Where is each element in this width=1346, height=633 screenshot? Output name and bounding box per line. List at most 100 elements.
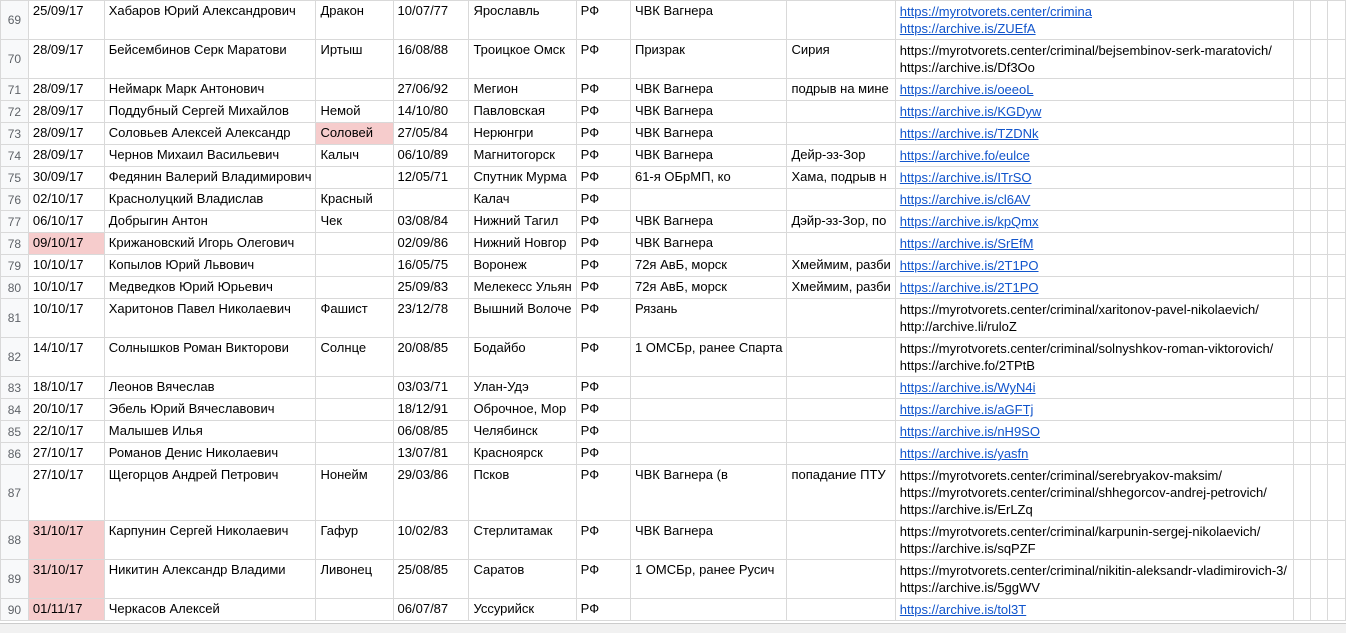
empty-cell[interactable]	[1328, 79, 1346, 101]
unit-cell[interactable]	[630, 399, 787, 421]
row-number[interactable]: 79	[1, 255, 29, 277]
date-cell[interactable]: 27/10/17	[28, 465, 104, 521]
row-number[interactable]: 82	[1, 338, 29, 377]
name-cell[interactable]: Чернов Михаил Васильевич	[104, 145, 316, 167]
empty-cell[interactable]	[1328, 560, 1346, 599]
unit-cell[interactable]: ЧВК Вагнера	[630, 1, 787, 40]
empty-cell[interactable]	[1311, 377, 1328, 399]
callsign-cell[interactable]	[316, 421, 393, 443]
empty-cell[interactable]	[1311, 421, 1328, 443]
empty-cell[interactable]	[1311, 255, 1328, 277]
link[interactable]: https://archive.is/TZDNk	[900, 126, 1039, 141]
empty-cell[interactable]	[1328, 123, 1346, 145]
row-number[interactable]: 75	[1, 167, 29, 189]
empty-cell[interactable]	[1311, 211, 1328, 233]
empty-cell[interactable]	[1311, 560, 1328, 599]
callsign-cell[interactable]	[316, 79, 393, 101]
date-cell[interactable]: 27/10/17	[28, 443, 104, 465]
detail-cell[interactable]	[787, 521, 895, 560]
dob-cell[interactable]: 06/10/89	[393, 145, 469, 167]
country-cell[interactable]: РФ	[576, 101, 630, 123]
place-cell[interactable]: Калач	[469, 189, 576, 211]
date-cell[interactable]: 14/10/17	[28, 338, 104, 377]
callsign-cell[interactable]: Солнце	[316, 338, 393, 377]
links-cell[interactable]: https://archive.is/oeeoL	[895, 79, 1293, 101]
horizontal-scrollbar[interactable]	[0, 623, 1346, 633]
callsign-cell[interactable]: Красный	[316, 189, 393, 211]
empty-cell[interactable]	[1328, 521, 1346, 560]
place-cell[interactable]: Магнитогорск	[469, 145, 576, 167]
dob-cell[interactable]: 13/07/81	[393, 443, 469, 465]
callsign-cell[interactable]: Иртыш	[316, 40, 393, 79]
date-cell[interactable]: 28/09/17	[28, 40, 104, 79]
callsign-cell[interactable]	[316, 233, 393, 255]
unit-cell[interactable]: 61-я ОБрМП, ко	[630, 167, 787, 189]
place-cell[interactable]: Нижний Новгор	[469, 233, 576, 255]
name-cell[interactable]: Краснолуцкий Владислав	[104, 189, 316, 211]
table-row[interactable]: 7328/09/17Соловьев Алексей АлександрСоло…	[1, 123, 1346, 145]
detail-cell[interactable]: попадание ПТУ	[787, 465, 895, 521]
date-cell[interactable]: 02/10/17	[28, 189, 104, 211]
place-cell[interactable]: Красноярск	[469, 443, 576, 465]
empty-cell[interactable]	[1293, 145, 1310, 167]
date-cell[interactable]: 09/10/17	[28, 233, 104, 255]
date-cell[interactable]: 31/10/17	[28, 521, 104, 560]
place-cell[interactable]: Бодайбо	[469, 338, 576, 377]
row-number[interactable]: 81	[1, 299, 29, 338]
links-cell[interactable]: https://archive.is/TZDNk	[895, 123, 1293, 145]
table-row[interactable]: 7128/09/17Неймарк Марк Антонович27/06/92…	[1, 79, 1346, 101]
unit-cell[interactable]	[630, 599, 787, 621]
table-row[interactable]: 8522/10/17Малышев Илья06/08/85ЧелябинскР…	[1, 421, 1346, 443]
link[interactable]: https://archive.is/ITrSO	[900, 170, 1032, 185]
link[interactable]: https://archive.is/kpQmx	[900, 214, 1039, 229]
row-number[interactable]: 80	[1, 277, 29, 299]
empty-cell[interactable]	[1293, 521, 1310, 560]
detail-cell[interactable]	[787, 377, 895, 399]
dob-cell[interactable]	[393, 189, 469, 211]
unit-cell[interactable]: ЧВК Вагнера	[630, 79, 787, 101]
detail-cell[interactable]	[787, 599, 895, 621]
detail-cell[interactable]: Сирия	[787, 40, 895, 79]
detail-cell[interactable]	[787, 338, 895, 377]
place-cell[interactable]: Спутник Мурма	[469, 167, 576, 189]
empty-cell[interactable]	[1293, 255, 1310, 277]
links-cell[interactable]: https://archive.is/2T1PO	[895, 255, 1293, 277]
link[interactable]: https://archive.is/SrEfM	[900, 236, 1034, 251]
name-cell[interactable]: Солнышков Роман Викторови	[104, 338, 316, 377]
place-cell[interactable]: Троицкое Омск	[469, 40, 576, 79]
empty-cell[interactable]	[1311, 299, 1328, 338]
empty-cell[interactable]	[1293, 599, 1310, 621]
name-cell[interactable]: Хабаров Юрий Александрович	[104, 1, 316, 40]
dob-cell[interactable]: 10/07/77	[393, 1, 469, 40]
country-cell[interactable]: РФ	[576, 233, 630, 255]
detail-cell[interactable]	[787, 560, 895, 599]
unit-cell[interactable]: Призрак	[630, 40, 787, 79]
empty-cell[interactable]	[1311, 123, 1328, 145]
links-cell[interactable]: https://archive.is/SrEfM	[895, 233, 1293, 255]
detail-cell[interactable]	[787, 189, 895, 211]
table-row[interactable]: 8214/10/17Солнышков Роман ВикторовиСолнц…	[1, 338, 1346, 377]
links-cell[interactable]: https://archive.is/tol3T	[895, 599, 1293, 621]
empty-cell[interactable]	[1328, 233, 1346, 255]
empty-cell[interactable]	[1293, 443, 1310, 465]
country-cell[interactable]: РФ	[576, 277, 630, 299]
links-cell[interactable]: https://archive.is/KGDyw	[895, 101, 1293, 123]
table-row[interactable]: 8931/10/17Никитин Александр ВладимиЛивон…	[1, 560, 1346, 599]
empty-cell[interactable]	[1311, 167, 1328, 189]
country-cell[interactable]: РФ	[576, 599, 630, 621]
empty-cell[interactable]	[1328, 399, 1346, 421]
table-row[interactable]: 7228/09/17Поддубный Сергей МихайловНемой…	[1, 101, 1346, 123]
callsign-cell[interactable]	[316, 277, 393, 299]
empty-cell[interactable]	[1328, 189, 1346, 211]
country-cell[interactable]: РФ	[576, 299, 630, 338]
table-row[interactable]: 8318/10/17Леонов Вячеслав03/03/71Улан-Уд…	[1, 377, 1346, 399]
callsign-cell[interactable]	[316, 255, 393, 277]
row-number[interactable]: 71	[1, 79, 29, 101]
empty-cell[interactable]	[1328, 40, 1346, 79]
dob-cell[interactable]: 29/03/86	[393, 465, 469, 521]
name-cell[interactable]: Черкасов Алексей	[104, 599, 316, 621]
links-cell[interactable]: https://archive.is/2T1PO	[895, 277, 1293, 299]
unit-cell[interactable]	[630, 189, 787, 211]
empty-cell[interactable]	[1328, 101, 1346, 123]
links-cell[interactable]: https://archive.is/aGFTj	[895, 399, 1293, 421]
